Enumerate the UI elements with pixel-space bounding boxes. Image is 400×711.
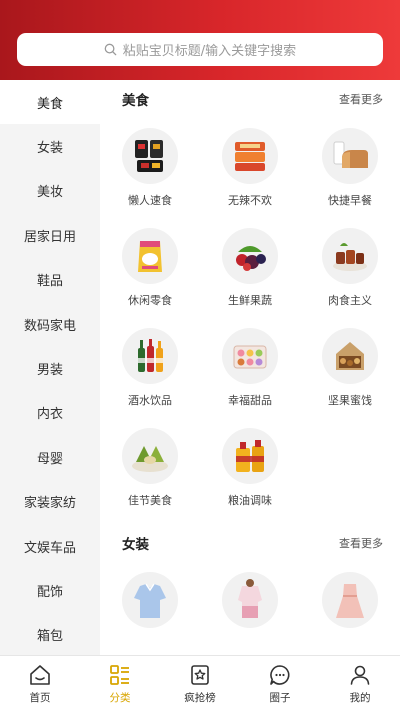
tab-profile[interactable]: 我的 (320, 663, 400, 705)
subcategory-item[interactable]: 懒人速食 (100, 118, 200, 218)
sidebar-item-home-textile[interactable]: 家装家纺 (0, 480, 100, 524)
instant-noodles-icon (122, 128, 178, 184)
subcategory-item[interactable]: 肉食主义 (300, 218, 400, 318)
subcategory-label: 幸福甜品 (228, 394, 272, 407)
subcategory-item[interactable]: 幸福甜品 (200, 318, 300, 418)
header-bar: 粘贴宝贝标题/输入关键字搜索 (0, 0, 400, 80)
category-icon (110, 664, 129, 685)
search-placeholder: 粘贴宝贝标题/输入关键字搜索 (122, 44, 297, 59)
subcategory-label: 快捷早餐 (328, 194, 372, 207)
section-title: 女装 (122, 537, 149, 553)
sidebar-item-label: 居家日用 (23, 229, 76, 245)
sidebar-item-label: 鞋品 (36, 274, 63, 290)
sidebar-item-underwear[interactable]: 内衣 (0, 391, 100, 435)
ranking-icon (191, 664, 209, 685)
subcategory-item[interactable]: 粮油调味 (200, 418, 300, 518)
blouse-icon (122, 572, 178, 628)
dress-top-icon (222, 572, 278, 628)
tab-ranking[interactable]: 疯抢榜 (160, 663, 240, 705)
category-content: 美食 查看更多 懒人速食 无辣不欢 快捷早餐 休闲零食 生鲜果蔬 肉食主义 酒水… (100, 80, 400, 655)
sidebar-item-digital[interactable]: 数码家电 (0, 302, 100, 346)
pink-dress-icon (322, 572, 378, 628)
section-title: 美食 (122, 93, 149, 109)
sidebar-item-bags[interactable]: 箱包 (0, 613, 100, 655)
tab-label: 首页 (29, 691, 51, 704)
zongzi-icon (122, 428, 178, 484)
sidebar-item-label: 内衣 (36, 407, 63, 423)
sidebar-item-accessories[interactable]: 配饰 (0, 568, 100, 612)
sidebar-item-label: 女装 (36, 141, 63, 157)
subcategory-item[interactable]: 快捷早餐 (300, 118, 400, 218)
tab-label: 我的 (349, 691, 371, 704)
subcategory-label: 粮油调味 (228, 494, 272, 507)
subcategory-grid (100, 562, 400, 655)
spicy-snack-icon (222, 128, 278, 184)
sidebar-item-label: 文娱车品 (23, 540, 76, 556)
subcategory-item[interactable]: 坚果蜜饯 (300, 318, 400, 418)
sidebar-item-label: 数码家电 (23, 318, 76, 334)
snack-bag-icon (122, 228, 178, 284)
sidebar-item-label: 箱包 (36, 629, 63, 645)
sidebar-item-label: 家装家纺 (23, 496, 76, 512)
sidebar-item-label: 美妆 (36, 185, 63, 201)
subcategory-label: 懒人速食 (128, 194, 172, 207)
nuts-icon (322, 328, 378, 384)
fruit-vegetable-icon (222, 228, 278, 284)
dessert-box-icon (222, 328, 278, 384)
subcategory-item[interactable]: 酒水饮品 (100, 318, 200, 418)
search-bar[interactable]: 粘贴宝贝标题/输入关键字搜索 (17, 33, 383, 66)
sidebar-item-shoes[interactable]: 鞋品 (0, 258, 100, 302)
sidebar-item-men-clothing[interactable]: 男装 (0, 346, 100, 390)
subcategory-label: 坚果蜜饯 (328, 394, 372, 407)
bread-milk-icon (322, 128, 378, 184)
section-header: 女装 查看更多 (100, 524, 400, 562)
subcategory-label: 肉食主义 (328, 294, 372, 307)
subcategory-item[interactable] (300, 562, 400, 655)
user-icon (350, 665, 370, 685)
subcategory-item[interactable] (200, 562, 300, 655)
sidebar-item-food[interactable]: 美食 (0, 80, 100, 125)
tab-label: 疯抢榜 (184, 691, 216, 704)
subcategory-label: 休闲零食 (128, 294, 172, 307)
subcategory-label: 佳节美食 (128, 494, 172, 507)
sidebar-item-household[interactable]: 居家日用 (0, 213, 100, 257)
sidebar-item-label: 配饰 (36, 584, 63, 600)
sidebar-item-label: 母婴 (36, 451, 63, 467)
tab-category[interactable]: 分类 (80, 663, 160, 705)
view-more-link[interactable]: 查看更多 (339, 535, 383, 551)
bottom-tab-bar: 首页 分类 疯抢榜 圈子 我的 (0, 655, 400, 711)
subcategory-item[interactable]: 无辣不欢 (200, 118, 300, 218)
subcategory-item[interactable] (100, 562, 200, 655)
tab-label: 圈子 (269, 691, 291, 704)
search-icon (104, 43, 117, 56)
section-header: 美食 查看更多 (100, 80, 400, 118)
chat-icon (270, 664, 290, 685)
sidebar-item-entertainment-car[interactable]: 文娱车品 (0, 524, 100, 568)
tab-home[interactable]: 首页 (0, 663, 80, 705)
sidebar-item-women-clothing[interactable]: 女装 (0, 124, 100, 168)
subcategory-label: 无辣不欢 (228, 194, 272, 207)
braised-meat-icon (322, 228, 378, 284)
category-sidebar: 美食 女装 美妆 居家日用 鞋品 数码家电 男装 内衣 母婴 家装家纺 文娱车品… (0, 80, 100, 655)
subcategory-item[interactable]: 生鲜果蔬 (200, 218, 300, 318)
sidebar-item-baby[interactable]: 母婴 (0, 435, 100, 479)
tab-label: 分类 (109, 691, 131, 704)
bottles-icon (122, 328, 178, 384)
home-icon (30, 664, 50, 685)
tab-circle[interactable]: 圈子 (240, 663, 320, 705)
sidebar-item-label: 男装 (36, 363, 63, 379)
sidebar-item-label: 美食 (36, 96, 63, 112)
subcategory-grid: 懒人速食 无辣不欢 快捷早餐 休闲零食 生鲜果蔬 肉食主义 酒水饮品 幸福甜品 … (100, 118, 400, 518)
cooking-oil-icon (222, 428, 278, 484)
subcategory-item[interactable]: 休闲零食 (100, 218, 200, 318)
subcategory-item[interactable]: 佳节美食 (100, 418, 200, 518)
subcategory-label: 生鲜果蔬 (228, 294, 272, 307)
sidebar-item-beauty[interactable]: 美妆 (0, 169, 100, 213)
view-more-link[interactable]: 查看更多 (339, 91, 383, 107)
subcategory-label: 酒水饮品 (128, 394, 172, 407)
